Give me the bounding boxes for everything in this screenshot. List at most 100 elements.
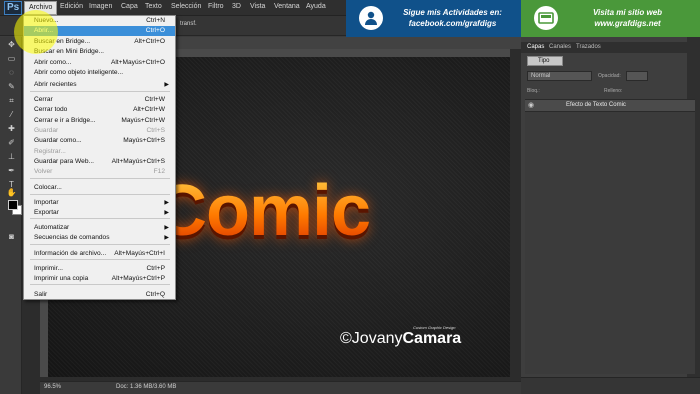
menu-item[interactable]: Importar ▶ [24,198,175,208]
menu-item-label: Abrir recientes [34,81,77,88]
menu-texto[interactable]: Texto [145,3,162,10]
eyedropper-tool-icon[interactable]: ⁄ [6,110,17,120]
menu-item[interactable]: Cerrar Ctrl+W [24,95,175,105]
menu-separator [30,284,170,285]
menu-edicion[interactable]: Edición [60,3,83,10]
menu-item[interactable]: Exportar ▶ [24,208,175,218]
menu-vista[interactable]: Vista [250,3,265,10]
menu-item-shortcut: Alt+Ctrl+O [134,38,165,45]
menu-item[interactable]: Cerrar todo Alt+Ctrl+W [24,105,175,115]
menu-item[interactable]: Cerrar e ir a Bridge... Mayús+Ctrl+W [24,116,175,126]
quick-mask-icon[interactable]: ◙ [6,232,17,242]
menu-item-shortcut: Mayús+Ctrl+W [121,117,165,124]
menu-item-shortcut: Alt+Ctrl+W [133,106,165,113]
menu-item[interactable]: Salir Ctrl+Q [24,290,175,300]
opacity-label: Opacidad: [598,73,621,79]
facebook-banner-line1: Sigue mis Actividades en: [403,8,502,17]
menu-item-label: Automatizar [34,224,70,231]
move-tool-icon[interactable]: ✥ [6,40,17,50]
photoshop-window: Ps Archivo Edición Imagen Capa Texto Sel… [0,0,700,394]
menu-imagen[interactable]: Imagen [89,3,112,10]
menu-item-label: Abrir como objeto inteligente... [34,69,124,76]
hand-tool-icon[interactable]: ✋ [6,188,17,198]
facebook-banner[interactable]: Sigue mis Actividades en: facebook.com/g… [346,0,521,37]
menu-item-label: Imprimir una copia [34,275,89,282]
layers-list [525,112,695,374]
menu-item[interactable]: Guardar para Web... Alt+Mayús+Ctrl+S [24,157,175,167]
menu-item[interactable]: Automatizar ▶ [24,223,175,233]
menu-item[interactable]: Buscar en Mini Bridge... [24,47,175,57]
quick-select-tool-icon[interactable]: ✎ [6,82,17,92]
menu-item[interactable]: Imprimir una copia Alt+Mayús+Ctrl+P [24,274,175,284]
layers-panel-tabs [521,42,691,53]
menu-item[interactable]: Abrir... Ctrl+O [24,26,175,36]
website-icon [534,6,558,30]
menu-3d[interactable]: 3D [232,3,241,10]
layer-filter-select[interactable]: Tipo [527,56,563,66]
signature-name-bold: Camara [402,330,462,347]
menu-item[interactable]: Guardar como... Mayús+Ctrl+S [24,136,175,146]
signature-mark: © [340,330,352,347]
menu-ayuda[interactable]: Ayuda [306,3,326,10]
menu-filtro[interactable]: Filtro [208,3,224,10]
submenu-arrow-icon: ▶ [164,210,169,216]
menu-capa[interactable]: Capa [121,3,138,10]
crop-tool-icon[interactable]: ⌗ [6,96,17,106]
website-banner[interactable]: Visita mi sitio web www.grafdigs.net [521,0,700,37]
menu-item-label: Guardar [34,127,59,134]
facebook-user-icon [359,6,383,30]
stamp-tool-icon[interactable]: ⊥ [6,152,17,162]
menu-seleccion[interactable]: Selección [171,3,201,10]
menu-item[interactable]: Abrir como objeto inteligente... [24,68,175,78]
menu-item-label: Volver [34,168,53,175]
pen-tool-icon[interactable]: ✒ [6,166,17,176]
healing-brush-tool-icon[interactable]: ✚ [6,124,17,134]
zoom-level[interactable]: 96.5% [44,384,61,390]
tab-capas[interactable]: Capas [527,44,544,50]
menu-separator [30,244,170,245]
photoshop-logo: Ps [4,1,23,15]
menu-item[interactable]: Secuencias de comandos ▶ [24,233,175,243]
lasso-tool-icon[interactable]: ◌ [6,68,17,78]
menu-separator [30,218,170,219]
menu-item[interactable]: Imprimir... Ctrl+P [24,264,175,274]
menu-item-shortcut: Mayús+Ctrl+S [123,137,165,144]
menu-item[interactable]: Nuevo... Ctrl+N [24,16,175,26]
facebook-banner-url[interactable]: facebook.com/grafdigs [390,19,515,28]
blend-mode-select[interactable]: Normal [527,71,592,81]
menu-item-label: Guardar como... [34,137,82,144]
transform-controls-label[interactable]: transf. [180,21,197,27]
menu-archivo[interactable]: Archivo [24,1,58,15]
document-size-info[interactable]: Doc: 1.36 MB/3.60 MB [116,384,176,390]
menu-item-shortcut: Alt+Mayús+Ctrl+I [114,250,165,257]
menu-item-shortcut: Alt+Mayús+Ctrl+P [111,275,165,282]
menu-separator [30,259,170,260]
website-banner-url[interactable]: www.grafdigs.net [565,19,690,28]
fill-label: Relleno: [604,88,623,94]
website-banner-line1: Visita mi sitio web [592,8,663,17]
menu-item[interactable]: Abrir recientes ▶ [24,80,175,90]
submenu-arrow-icon: ▶ [164,82,169,88]
menu-item-label: Buscar en Mini Bridge... [34,48,104,55]
menu-item-label: Información de archivo... [34,250,107,257]
menu-item[interactable]: Información de archivo... Alt+Mayús+Ctrl+… [24,249,175,259]
menu-ventana[interactable]: Ventana [274,3,300,10]
menu-item-shortcut: Alt+Mayús+Ctrl+S [111,158,165,165]
menu-item-label: Cerrar e ir a Bridge... [34,117,96,124]
marquee-tool-icon[interactable]: ▭ [6,54,17,64]
menu-item[interactable]: Buscar en Bridge... Alt+Ctrl+O [24,37,175,47]
menu-item-shortcut: Ctrl+N [146,17,165,24]
menu-item[interactable]: Abrir como... Alt+Mayús+Ctrl+O [24,58,175,68]
opacity-input[interactable] [626,71,648,81]
brush-tool-icon[interactable]: ✐ [6,138,17,148]
menu-separator [30,91,170,92]
visibility-eye-icon[interactable]: ◉ [528,101,534,109]
comic-text-artwork: Comic [155,171,371,251]
tab-trazados[interactable]: Trazados [576,44,601,50]
tab-canales[interactable]: Canales [549,44,571,50]
layer-name[interactable]: Efecto de Texto Comic [566,102,626,108]
foreground-color-swatch[interactable] [8,200,18,210]
menu-item[interactable]: Colocar... [24,183,175,193]
menu-item-label: Exportar [34,209,59,216]
menu-item-shortcut: Ctrl+W [144,96,165,103]
